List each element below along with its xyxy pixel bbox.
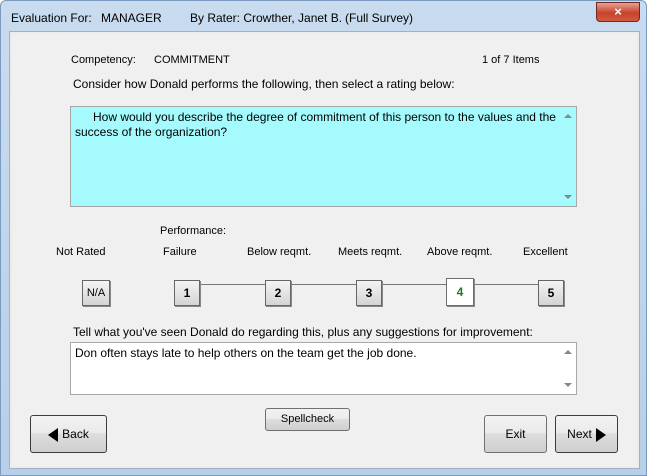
back-button[interactable]: Back <box>30 415 107 453</box>
back-label: Back <box>62 427 89 441</box>
rating-na-button[interactable]: N/A <box>82 280 110 306</box>
rating-1-button[interactable]: 1 <box>174 280 200 306</box>
evaluation-window: Evaluation For: MANAGER By Rater: Crowth… <box>0 0 647 476</box>
item-count: 1 of 7 Items <box>482 54 540 66</box>
scroll-down-icon[interactable] <box>564 383 572 387</box>
spellcheck-button[interactable]: Spellcheck <box>265 408 350 431</box>
scroll-down-icon[interactable] <box>564 195 572 199</box>
comment-box[interactable]: Don often stays late to help others on t… <box>70 342 577 395</box>
content-panel: Competency: COMMITMENT 1 of 7 Items Cons… <box>12 34 637 466</box>
arrow-right-icon <box>595 427 606 442</box>
performance-label: Performance: <box>160 225 227 237</box>
survey-type: (Full Survey) <box>345 11 414 25</box>
comment-prompt: Tell what you've seen Donald do regardin… <box>73 325 533 339</box>
exit-button[interactable]: Exit <box>484 415 547 453</box>
rating-5-button[interactable]: 5 <box>538 280 564 306</box>
rating-2-button[interactable]: 2 <box>265 280 291 306</box>
rating-3-button[interactable]: 3 <box>356 280 382 306</box>
scale-label-failure: Failure <box>163 246 197 258</box>
rater-label: By Rater: Crowther, Janet B. <box>190 11 343 25</box>
evaluation-for-label: Evaluation For: <box>11 11 92 25</box>
title-bar: Evaluation For: MANAGER By Rater: Crowth… <box>1 1 646 31</box>
question-text: How would you describe the degree of com… <box>75 110 556 139</box>
competency-label: Competency: <box>71 54 136 66</box>
comment-scrollbar[interactable] <box>560 343 576 394</box>
scroll-up-icon[interactable] <box>564 350 572 354</box>
scale-label-excellent: Excellent <box>523 246 568 258</box>
competency-value: COMMITMENT <box>154 54 230 66</box>
scale-label-above: Above reqmt. <box>427 246 493 258</box>
next-label: Next <box>567 427 592 441</box>
scale-label-not-rated: Not Rated <box>56 246 106 258</box>
next-button[interactable]: Next <box>555 415 618 453</box>
close-icon: × <box>614 4 622 19</box>
instruction-text: Consider how Donald performs the followi… <box>73 77 455 91</box>
rating-4-button[interactable]: 4 <box>446 278 474 306</box>
scroll-up-icon[interactable] <box>564 114 572 118</box>
content-frame: Competency: COMMITMENT 1 of 7 Items Cons… <box>9 31 640 469</box>
arrow-left-icon <box>48 427 59 442</box>
question-box[interactable]: How would you describe the degree of com… <box>70 106 577 207</box>
scale-label-meets: Meets reqmt. <box>338 246 403 258</box>
close-button[interactable]: × <box>596 2 640 22</box>
question-scrollbar[interactable] <box>560 107 576 206</box>
comment-text[interactable]: Don often stays late to help others on t… <box>75 346 556 361</box>
scale-label-below: Below reqmt. <box>247 246 312 258</box>
role-value: MANAGER <box>101 11 162 25</box>
